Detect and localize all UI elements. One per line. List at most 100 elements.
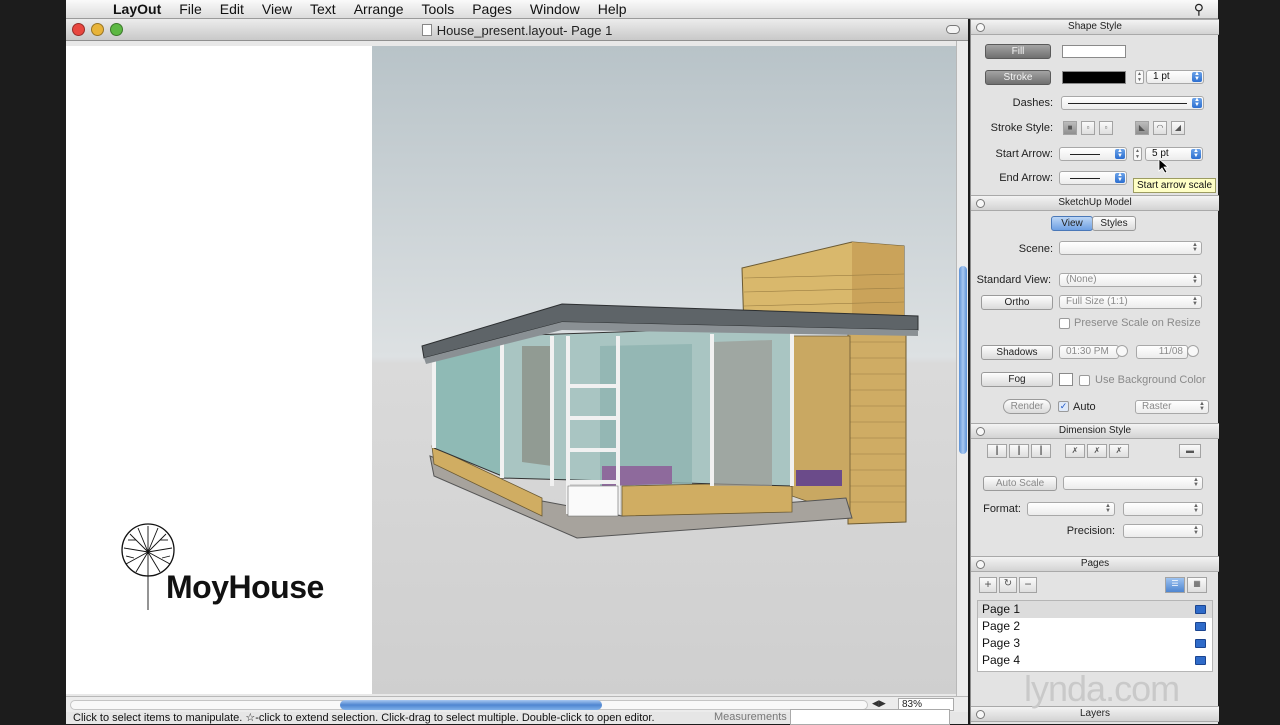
window-title-text: House_present.layout- Page 1 bbox=[436, 23, 613, 38]
menu-text[interactable]: Text bbox=[301, 1, 345, 17]
chevron-down-icon: ▲ ▼ bbox=[1192, 71, 1202, 82]
shadow-date-value: 11/08 bbox=[1158, 346, 1183, 357]
tab-view[interactable]: View bbox=[1051, 216, 1093, 231]
dim-text-below-icon[interactable]: ┃ bbox=[1031, 444, 1051, 458]
presentation-screen-icon[interactable] bbox=[1195, 605, 1206, 614]
dim-align-parallel-icon[interactable]: ✗ bbox=[1087, 444, 1107, 458]
page-list-item[interactable]: Page 3 bbox=[978, 635, 1212, 652]
fog-button[interactable]: Fog bbox=[981, 372, 1053, 387]
page-name: Page 1 bbox=[982, 602, 1021, 616]
page-list-item[interactable]: Page 4 bbox=[978, 652, 1212, 669]
measurements-label: Measurements bbox=[714, 711, 787, 723]
page-canvas[interactable]: MoyHouse bbox=[66, 46, 956, 694]
dim-align-perpendicular-icon[interactable]: ✗ bbox=[1109, 444, 1129, 458]
menu-app-name[interactable]: LayOut bbox=[104, 1, 170, 17]
shape-style-header[interactable]: Shape Style bbox=[971, 19, 1219, 35]
grid-view-icon[interactable]: ▦ bbox=[1187, 577, 1207, 593]
duplicate-page-icon[interactable]: ↻ bbox=[999, 577, 1017, 593]
precision-select[interactable]: ▲ ▼ bbox=[1123, 524, 1203, 538]
render-button[interactable]: Render bbox=[1003, 399, 1051, 414]
spotlight-search-icon[interactable]: ⚲ bbox=[1194, 1, 1204, 18]
stroke-color-swatch[interactable] bbox=[1062, 71, 1126, 84]
pages-header[interactable]: Pages bbox=[971, 556, 1219, 572]
ortho-button[interactable]: Ortho bbox=[981, 295, 1053, 310]
add-page-button[interactable]: + bbox=[979, 577, 997, 593]
list-view-icon[interactable]: ☰ bbox=[1165, 577, 1185, 593]
shadows-button[interactable]: Shadows bbox=[981, 345, 1053, 360]
auto-scale-button[interactable]: Auto Scale bbox=[983, 476, 1057, 491]
dimension-style-header[interactable]: Dimension Style bbox=[971, 423, 1219, 439]
start-arrow-scale-select[interactable]: 5 pt ▲ ▼ bbox=[1145, 147, 1203, 161]
presentation-screen-icon[interactable] bbox=[1195, 622, 1206, 631]
window-title: House_present.layout- Page 1 bbox=[66, 23, 968, 38]
fill-button[interactable]: Fill bbox=[985, 44, 1051, 59]
chevron-down-icon: ▲ ▼ bbox=[1193, 525, 1199, 536]
tab-styles[interactable]: Styles bbox=[1092, 216, 1136, 231]
dim-text-center-icon[interactable]: ┃ bbox=[1009, 444, 1029, 458]
preserve-scale-checkbox[interactable] bbox=[1059, 318, 1070, 329]
page-list-item[interactable]: Page 2 bbox=[978, 618, 1212, 635]
start-arrow-scale-stepper[interactable]: ▲ ▼ bbox=[1133, 147, 1142, 161]
dim-align-horizontal-icon[interactable]: ✗ bbox=[1065, 444, 1085, 458]
page-name: Page 2 bbox=[982, 619, 1021, 633]
end-arrow-select[interactable]: ▲ ▼ bbox=[1059, 171, 1127, 185]
collapse-circle-icon[interactable] bbox=[976, 710, 985, 719]
format-units-select[interactable]: ▲ ▼ bbox=[1027, 502, 1115, 516]
start-arrow-select[interactable]: ▲ ▼ bbox=[1059, 147, 1127, 161]
stroke-width-stepper[interactable]: ▲ ▼ bbox=[1135, 70, 1144, 84]
scene-select[interactable]: ▲ ▼ bbox=[1059, 241, 1202, 255]
menu-arrange[interactable]: Arrange bbox=[345, 1, 413, 17]
menu-view[interactable]: View bbox=[253, 1, 301, 17]
collapse-circle-icon[interactable] bbox=[976, 560, 985, 569]
calendar-icon[interactable] bbox=[1187, 345, 1199, 357]
measurements-input[interactable] bbox=[790, 709, 950, 725]
collapse-circle-icon[interactable] bbox=[976, 427, 985, 436]
collapse-circle-icon[interactable] bbox=[976, 199, 985, 208]
cap-square-icon[interactable]: ▫ bbox=[1081, 121, 1095, 135]
page-list-item[interactable]: Page 1 bbox=[978, 601, 1212, 618]
join-miter-icon[interactable]: ◣ bbox=[1135, 121, 1149, 135]
remove-page-button[interactable]: − bbox=[1019, 577, 1037, 593]
dimension-scale-select[interactable]: ▲ ▼ bbox=[1063, 476, 1203, 490]
standard-view-select[interactable]: (None) ▲ ▼ bbox=[1059, 273, 1202, 287]
menu-file[interactable]: File bbox=[170, 1, 211, 17]
dim-extension-icon[interactable]: ▬ bbox=[1179, 444, 1201, 458]
sketchup-viewport[interactable] bbox=[372, 46, 956, 694]
presentation-screen-icon[interactable] bbox=[1195, 656, 1206, 665]
menu-pages[interactable]: Pages bbox=[463, 1, 521, 17]
cap-round-icon[interactable]: ▫ bbox=[1099, 121, 1113, 135]
horizontal-scroll-thumb[interactable] bbox=[340, 700, 602, 710]
menu-window[interactable]: Window bbox=[521, 1, 589, 17]
menu-edit[interactable]: Edit bbox=[211, 1, 253, 17]
join-round-icon[interactable]: ◠ bbox=[1153, 121, 1167, 135]
fog-color-swatch[interactable] bbox=[1059, 373, 1073, 386]
fill-color-swatch[interactable] bbox=[1062, 45, 1126, 58]
pages-title: Pages bbox=[1080, 558, 1110, 569]
cap-butt-icon[interactable]: ■ bbox=[1063, 121, 1077, 135]
presentation-screen-icon[interactable] bbox=[1195, 639, 1206, 648]
pages-list[interactable]: Page 1 Page 2 Page 3 Page 4 bbox=[977, 600, 1213, 672]
vertical-scroll-thumb[interactable] bbox=[959, 266, 967, 454]
shape-style-title: Shape Style bbox=[1068, 21, 1122, 32]
render-mode-select[interactable]: Raster ▲ ▼ bbox=[1135, 400, 1209, 414]
stroke-width-select[interactable]: 1 pt ▲ ▼ bbox=[1146, 70, 1204, 84]
menu-help[interactable]: Help bbox=[589, 1, 636, 17]
scroll-arrows-icon[interactable]: ◀▶ bbox=[872, 698, 886, 709]
menu-tools[interactable]: Tools bbox=[413, 1, 464, 17]
use-background-color-checkbox[interactable] bbox=[1079, 375, 1090, 386]
collapse-circle-icon[interactable] bbox=[976, 23, 985, 32]
join-bevel-icon[interactable]: ◢ bbox=[1171, 121, 1185, 135]
ortho-scale-select[interactable]: Full Size (1:1) ▲ ▼ bbox=[1059, 295, 1202, 309]
format-type-select[interactable]: ▲ ▼ bbox=[1123, 502, 1203, 516]
shadow-date-field[interactable]: 11/08 bbox=[1136, 345, 1188, 359]
stroke-button[interactable]: Stroke bbox=[985, 70, 1051, 85]
auto-render-checkbox[interactable]: ✓ bbox=[1058, 401, 1069, 412]
sketchup-model-header[interactable]: SketchUp Model bbox=[971, 195, 1219, 211]
toolbar-toggle-button[interactable] bbox=[946, 25, 960, 34]
clock-icon[interactable] bbox=[1116, 345, 1128, 357]
vertical-scrollbar[interactable] bbox=[956, 41, 968, 696]
dashes-select[interactable]: ▲ ▼ bbox=[1061, 96, 1204, 110]
shadow-time-field[interactable]: 01:30 PM bbox=[1059, 345, 1119, 359]
page-name: Page 4 bbox=[982, 653, 1021, 667]
dim-text-above-icon[interactable]: ┃ bbox=[987, 444, 1007, 458]
